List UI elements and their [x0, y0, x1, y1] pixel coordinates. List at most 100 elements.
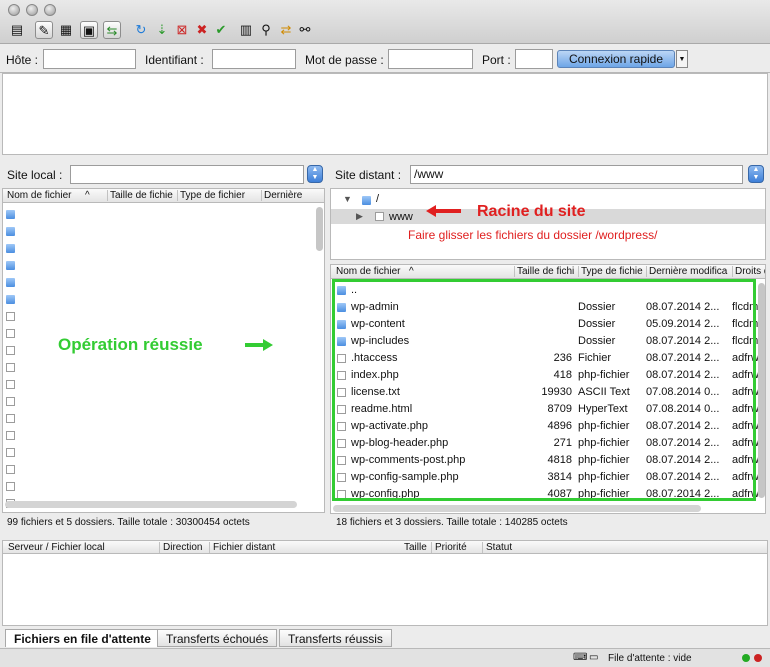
- host-label: Hôte :: [6, 53, 39, 67]
- local-path-dropdown[interactable]: ▲ ▼: [307, 165, 323, 183]
- file-icon: [6, 431, 15, 440]
- queue-col-remote[interactable]: Fichier distant: [209, 542, 275, 553]
- remote-col-name[interactable]: Nom de fichier: [334, 266, 514, 277]
- tab-queued-files[interactable]: Fichiers en file d'attente: [5, 629, 160, 647]
- expand-arrow-root-icon[interactable]: ▼: [343, 194, 352, 204]
- annotation-drag: Faire glisser les fichiers du dossier /w…: [408, 228, 658, 242]
- file-icon: [6, 363, 15, 372]
- local-col-name[interactable]: Nom de fichier: [5, 190, 105, 201]
- user-label: Identifiant :: [145, 53, 204, 67]
- queue-col-status[interactable]: Statut: [482, 542, 512, 553]
- minimize-window-button[interactable]: [26, 4, 38, 16]
- folder-icon: [6, 210, 15, 219]
- tree-node-www[interactable]: www: [389, 211, 413, 223]
- toggle-queue-icon[interactable]: ⇆: [103, 21, 121, 39]
- folder-icon: [6, 261, 15, 270]
- disconnect-icon[interactable]: ✖: [193, 21, 211, 39]
- highlight-box: [332, 279, 756, 501]
- queue-col-priority[interactable]: Priorité: [431, 542, 467, 553]
- host-input[interactable]: [43, 49, 136, 69]
- folder-icon: [6, 278, 15, 287]
- file-icon: [6, 482, 15, 491]
- port-label: Port :: [482, 53, 511, 67]
- remote-list-header: Nom de fichier ^ Taille de fichi Type de…: [331, 265, 765, 279]
- filter-icon[interactable]: ⚲: [257, 21, 275, 39]
- file-icon: [6, 465, 15, 474]
- queue-col-size[interactable]: Taille: [401, 542, 427, 553]
- site-manager-icon[interactable]: ▤: [8, 21, 26, 39]
- queue-col-server[interactable]: Serveur / Fichier local: [5, 542, 105, 553]
- file-icon: [6, 414, 15, 423]
- file-icon: [6, 346, 15, 355]
- user-input[interactable]: [212, 49, 296, 69]
- toggle-local-tree-icon[interactable]: ▦: [57, 21, 75, 39]
- password-input[interactable]: [388, 49, 473, 69]
- process-queue-icon[interactable]: ⇣: [153, 21, 171, 39]
- port-input[interactable]: [515, 49, 553, 69]
- folder-icon: [6, 227, 15, 236]
- title-bar: ▤ ✎ ▦ ▣ ⇆ ↻ ⇣ ⊠ ✖ ✔ ▥ ⚲ ⇄ ⚯: [0, 0, 770, 44]
- sync-browse-icon[interactable]: ⇄: [277, 21, 295, 39]
- red-arrow-icon: [426, 205, 436, 217]
- cancel-icon[interactable]: ⊠: [173, 21, 191, 39]
- queue-col-direction[interactable]: Direction: [159, 542, 202, 553]
- remote-vertical-scrollbar[interactable]: [758, 283, 765, 498]
- folder-icon: [6, 295, 15, 304]
- reconnect-icon[interactable]: ✔: [212, 21, 230, 39]
- local-path-input[interactable]: [70, 165, 304, 184]
- local-status-text: 99 fichiers et 5 dossiers. Taille totale…: [7, 517, 250, 528]
- zoom-window-button[interactable]: [44, 4, 56, 16]
- directory-comparison-icon[interactable]: ▥: [237, 21, 255, 39]
- remote-col-perms[interactable]: Droits d: [732, 266, 765, 277]
- local-list-header: Nom de fichier ^ Taille de fichie Type d…: [3, 189, 324, 203]
- tab-successful-transfers[interactable]: Transferts réussis: [279, 629, 392, 647]
- remote-path-input[interactable]: /www: [410, 165, 743, 184]
- file-icon: [6, 312, 15, 321]
- file-icon: [6, 448, 15, 457]
- toggle-remote-tree-icon[interactable]: ▣: [80, 21, 98, 39]
- remote-path-dropdown[interactable]: ▲ ▼: [748, 165, 764, 183]
- sort-ascending-icon: ^: [85, 190, 90, 201]
- file-icon: [6, 380, 15, 389]
- green-arrow-shaft: [245, 343, 265, 347]
- local-col-type[interactable]: Type de fichier: [177, 190, 262, 201]
- close-window-button[interactable]: [8, 4, 20, 16]
- queue-status-text: File d'attente : vide: [608, 653, 692, 664]
- remote-col-date[interactable]: Dernière modifica: [646, 266, 732, 277]
- queue-list[interactable]: [2, 554, 768, 626]
- keyboard-icon: ⌨: [573, 652, 588, 663]
- local-col-size[interactable]: Taille de fichie: [107, 190, 177, 201]
- queue-header: Serveur / Fichier local Direction Fichie…: [2, 540, 768, 554]
- remote-col-size[interactable]: Taille de fichi: [514, 266, 578, 277]
- download-indicator-icon: [754, 654, 762, 662]
- file-icon: [6, 397, 15, 406]
- filezilla-window: ▤ ✎ ▦ ▣ ⇆ ↻ ⇣ ⊠ ✖ ✔ ▥ ⚲ ⇄ ⚯ Hôte : Ident…: [0, 0, 770, 667]
- toggle-log-icon[interactable]: ✎: [35, 21, 53, 39]
- file-icon: [6, 329, 15, 338]
- local-site-label: Site local :: [7, 168, 63, 182]
- search-icon[interactable]: ⚯: [296, 21, 314, 39]
- annotation-success: Opération réussie: [58, 335, 203, 354]
- tab-failed-transfers[interactable]: Transferts échoués: [157, 629, 278, 647]
- quickconnect-dropdown-button[interactable]: ▼: [676, 50, 688, 68]
- annotation-root: Racine du site: [477, 203, 586, 220]
- folder-icon: [362, 196, 371, 205]
- remote-col-type[interactable]: Type de fichie: [578, 266, 646, 277]
- refresh-icon[interactable]: ↻: [132, 21, 150, 39]
- tree-node-root[interactable]: /: [376, 193, 379, 205]
- remote-site-label: Site distant :: [335, 168, 402, 182]
- quickconnect-button[interactable]: Connexion rapide: [557, 50, 675, 68]
- green-arrow-icon: [263, 339, 273, 351]
- expand-arrow-www-icon[interactable]: ▶: [356, 211, 363, 222]
- local-vertical-scrollbar[interactable]: [316, 207, 323, 251]
- folder-icon: [6, 244, 15, 253]
- local-col-date[interactable]: Dernière: [261, 190, 324, 201]
- remote-directory-tree[interactable]: ▼ / ▶ www: [330, 188, 766, 260]
- local-horizontal-scrollbar[interactable]: [5, 501, 297, 508]
- remote-horizontal-scrollbar[interactable]: [333, 505, 701, 512]
- folder-icon: [375, 212, 384, 221]
- bottom-status-bar: ⌨ ▭ File d'attente : vide: [0, 648, 770, 667]
- password-label: Mot de passe :: [305, 53, 384, 67]
- filter-status-icon: ▭: [589, 652, 599, 663]
- message-log: [2, 73, 768, 155]
